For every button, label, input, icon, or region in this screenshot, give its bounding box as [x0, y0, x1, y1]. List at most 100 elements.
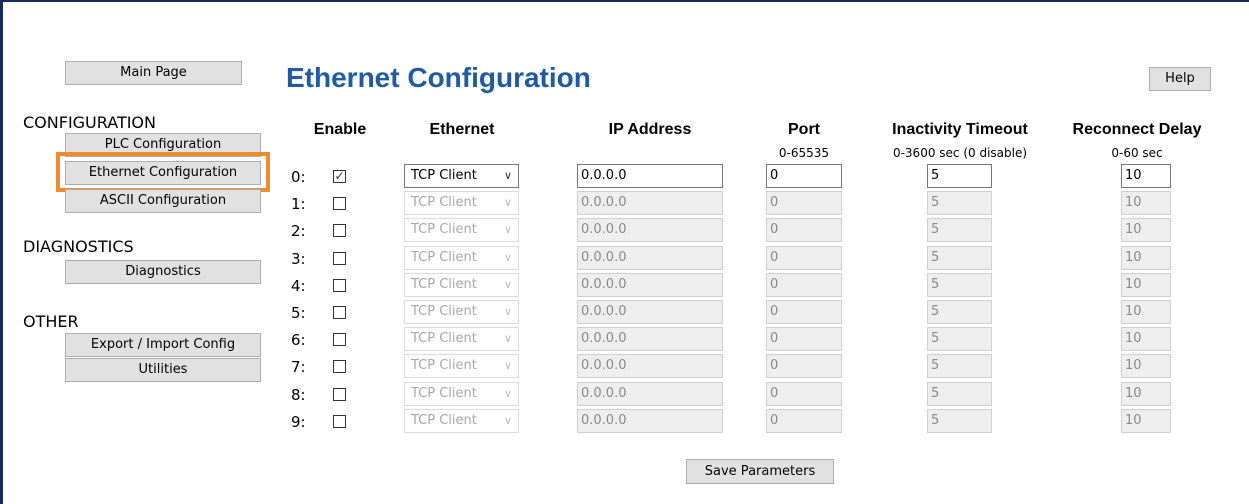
configuration-heading: CONFIGURATION	[23, 113, 156, 132]
inactivity-timeout-input: 5	[927, 327, 992, 351]
enable-checkbox[interactable]	[333, 388, 346, 401]
inactivity-timeout-input[interactable]: 5	[927, 164, 992, 188]
reconnect-delay-input: 10	[1121, 191, 1171, 215]
chevron-down-icon: ∨	[503, 387, 512, 400]
ethernet-mode-value: TCP Client	[411, 168, 477, 183]
ethernet-mode-value: TCP Client	[411, 304, 477, 319]
ethernet-mode-select: TCP Client ∨	[404, 382, 519, 406]
export-import-config-button[interactable]: Export / Import Config	[65, 333, 261, 357]
help-button[interactable]: Help	[1149, 67, 1211, 91]
ip-address-input: 0.0.0.0	[577, 246, 723, 270]
ip-address-input: 0.0.0.0	[577, 327, 723, 351]
save-parameters-button[interactable]: Save Parameters	[686, 459, 834, 484]
ip-address-input: 0.0.0.0	[577, 409, 723, 433]
port-input: 0	[766, 382, 842, 406]
reconnect-delay-input: 10	[1121, 327, 1171, 351]
ethernet-mode-select: TCP Client ∨	[404, 246, 519, 270]
enable-checkbox[interactable]	[333, 224, 346, 237]
ethernet-mode-value: TCP Client	[411, 331, 477, 346]
ethernet-mode-select: TCP Client ∨	[404, 300, 519, 324]
reconnect-delay-input: 10	[1121, 246, 1171, 270]
ip-address-input: 0.0.0.0	[577, 273, 723, 297]
ip-address-input: 0.0.0.0	[577, 218, 723, 242]
active-page-highlight	[56, 152, 270, 192]
utilities-button[interactable]: Utilities	[65, 358, 261, 382]
chevron-down-icon: ∨	[503, 223, 512, 236]
chevron-down-icon: ∨	[503, 278, 512, 291]
ip-address-input: 0.0.0.0	[577, 382, 723, 406]
row-index: 9:	[291, 413, 306, 431]
chevron-down-icon: ∨	[503, 169, 512, 182]
chevron-down-icon: ∨	[503, 332, 512, 345]
enable-checkbox[interactable]	[333, 306, 346, 319]
reconnect-delay-input: 10	[1121, 409, 1171, 433]
inactivity-timeout-input: 5	[927, 300, 992, 324]
chevron-down-icon: ∨	[503, 196, 512, 209]
ip-address-header: IP Address	[608, 121, 692, 138]
enable-checkbox[interactable]	[333, 360, 346, 373]
port-input: 0	[766, 300, 842, 324]
port-input: 0	[766, 327, 842, 351]
ethernet-header: Ethernet	[429, 121, 495, 138]
inactivity-timeout-input: 5	[927, 191, 992, 215]
ethernet-mode-select: TCP Client ∨	[404, 409, 519, 433]
port-input: 0	[766, 409, 842, 433]
chevron-down-icon: ∨	[503, 359, 512, 372]
enable-checkbox[interactable]	[333, 252, 346, 265]
ethernet-mode-select[interactable]: TCP Client ∨	[404, 164, 519, 188]
inactivity-timeout-input: 5	[927, 382, 992, 406]
ethernet-mode-value: TCP Client	[411, 413, 477, 428]
ethernet-mode-select: TCP Client ∨	[404, 327, 519, 351]
inactivity-timeout-header: Inactivity Timeout	[892, 121, 1028, 138]
enable-checkbox[interactable]	[333, 197, 346, 210]
main-page-button[interactable]: Main Page	[65, 61, 242, 85]
window-left-border	[0, 0, 3, 504]
ip-address-input: 0.0.0.0	[577, 354, 723, 378]
port-input: 0	[766, 191, 842, 215]
diagnostics-heading: DIAGNOSTICS	[23, 237, 134, 256]
ascii-configuration-button[interactable]: ASCII Configuration	[65, 189, 261, 213]
row-index: 5:	[291, 304, 306, 322]
ip-address-input: 0.0.0.0	[577, 191, 723, 215]
row-index: 6:	[291, 331, 306, 349]
enable-checkbox[interactable]	[333, 415, 346, 428]
ip-address-input: 0.0.0.0	[577, 300, 723, 324]
port-input[interactable]: 0	[766, 164, 842, 188]
ethernet-mode-select: TCP Client ∨	[404, 218, 519, 242]
port-header: Port	[788, 121, 820, 138]
other-heading: OTHER	[23, 312, 79, 331]
ip-address-input[interactable]: 0.0.0.0	[577, 164, 723, 188]
enable-checkbox[interactable]: ✓	[333, 170, 346, 183]
page-title: Ethernet Configuration	[286, 62, 591, 93]
chevron-down-icon: ∨	[503, 414, 512, 427]
window-top-border	[0, 0, 1249, 2]
reconnect-delay-input: 10	[1121, 273, 1171, 297]
ethernet-mode-value: TCP Client	[411, 386, 477, 401]
ethernet-mode-select: TCP Client ∨	[404, 191, 519, 215]
ethernet-mode-value: TCP Client	[411, 222, 477, 237]
diagnostics-button[interactable]: Diagnostics	[65, 260, 261, 284]
enable-checkbox[interactable]	[333, 333, 346, 346]
ethernet-mode-value: TCP Client	[411, 250, 477, 265]
inactivity-timeout-input: 5	[927, 273, 992, 297]
ethernet-mode-value: TCP Client	[411, 195, 477, 210]
row-index: 3:	[291, 250, 306, 268]
reconnect-delay-input[interactable]: 10	[1121, 164, 1171, 188]
ethernet-mode-select: TCP Client ∨	[404, 354, 519, 378]
reconnect-delay-header: Reconnect Delay	[1072, 121, 1202, 138]
inactivity-timeout-input: 5	[927, 409, 992, 433]
inactivity-timeout-input: 5	[927, 246, 992, 270]
ethernet-mode-value: TCP Client	[411, 358, 477, 373]
row-index: 1:	[291, 195, 306, 213]
ethernet-mode-value: TCP Client	[411, 277, 477, 292]
row-index: 7:	[291, 358, 306, 376]
port-input: 0	[766, 354, 842, 378]
reconnect-delay-input: 10	[1121, 218, 1171, 242]
row-index: 4:	[291, 277, 306, 295]
ethernet-mode-select: TCP Client ∨	[404, 273, 519, 297]
enable-header: Enable	[313, 121, 367, 138]
reconnect-delay-input: 10	[1121, 300, 1171, 324]
chevron-down-icon: ∨	[503, 251, 512, 264]
timeout-range-label: 0-3600 sec (0 disable)	[892, 146, 1028, 160]
enable-checkbox[interactable]	[333, 279, 346, 292]
